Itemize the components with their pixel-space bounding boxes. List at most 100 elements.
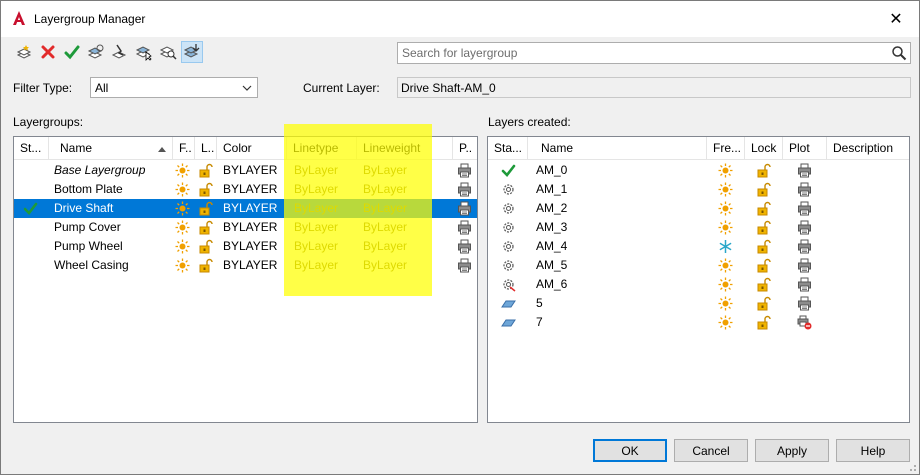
printer-icon[interactable] (797, 218, 813, 237)
layergroup-lineweight[interactable]: ByLayer (363, 180, 407, 199)
layergroup-color[interactable]: BYLAYER (223, 237, 277, 256)
layergroup-linetype[interactable]: ByLayer (294, 237, 338, 256)
layergroup-linetype[interactable]: ByLayer (294, 180, 338, 199)
layergroup-color[interactable]: BYLAYER (223, 256, 277, 275)
layergroup-row[interactable]: Drive Shaft BYLAYER ByLayer ByLayer (14, 199, 477, 218)
filter-type-dropdown[interactable]: All (90, 77, 258, 98)
delete-button[interactable] (37, 41, 59, 63)
lock-icon[interactable] (756, 313, 772, 332)
layer-row[interactable]: AM_1 (488, 180, 909, 199)
sun-icon[interactable] (718, 218, 734, 237)
layergroup-row[interactable]: Pump Wheel BYLAYER ByLayer ByLayer (14, 237, 477, 256)
lock-icon[interactable] (756, 237, 772, 256)
lock-icon[interactable] (198, 237, 214, 256)
lock-icon[interactable] (198, 256, 214, 275)
help-button[interactable]: Help (836, 439, 910, 462)
new-layergroup-button[interactable] (13, 41, 35, 63)
layergroup-linetype[interactable]: ByLayer (294, 256, 338, 275)
printer-icon[interactable] (457, 161, 473, 180)
set-current-button[interactable] (61, 41, 83, 63)
printer-icon[interactable] (797, 294, 813, 313)
lock-icon[interactable] (756, 275, 772, 294)
sun-icon[interactable] (175, 237, 191, 256)
layergroup-row[interactable]: Pump Cover BYLAYER ByLayer ByLayer (14, 218, 477, 237)
col-plot[interactable]: P.. (453, 137, 478, 160)
layergroup-row[interactable]: Base Layergroup BYLAYER ByLayer ByLayer (14, 161, 477, 180)
sun-icon[interactable] (175, 218, 191, 237)
lock-icon[interactable] (198, 218, 214, 237)
layer-states-button[interactable] (85, 41, 107, 63)
sun-icon[interactable] (718, 275, 734, 294)
col-linetype[interactable]: Linetype (287, 137, 357, 160)
sun-icon[interactable] (718, 313, 734, 332)
sun-icon[interactable] (718, 161, 734, 180)
lock-icon[interactable] (756, 218, 772, 237)
col-color[interactable]: Color (217, 137, 287, 160)
close-button[interactable]: ✕ (873, 1, 919, 37)
sun-icon[interactable] (175, 199, 191, 218)
printer-icon[interactable] (797, 161, 813, 180)
layergroup-color[interactable]: BYLAYER (223, 161, 277, 180)
layergroup-linetype[interactable]: ByLayer (294, 161, 338, 180)
filter-button[interactable] (109, 41, 131, 63)
layergroup-color[interactable]: BYLAYER (223, 218, 277, 237)
sun-icon[interactable] (175, 256, 191, 275)
layergroup-row[interactable]: Bottom Plate BYLAYER ByLayer ByLayer (14, 180, 477, 199)
layer-row[interactable]: AM_4 (488, 237, 909, 256)
sun-icon[interactable] (175, 161, 191, 180)
layer-row[interactable]: AM_3 (488, 218, 909, 237)
search-icon[interactable] (891, 45, 907, 61)
col-layer-status[interactable]: Sta... (488, 137, 528, 160)
col-freeze[interactable]: F.. (173, 137, 195, 160)
settings-button[interactable] (181, 41, 203, 63)
lock-icon[interactable] (198, 161, 214, 180)
col-name[interactable]: Name (49, 137, 173, 160)
layergroup-row[interactable]: Wheel Casing BYLAYER ByLayer ByLayer (14, 256, 477, 275)
printer-icon[interactable] (797, 256, 813, 275)
layer-row[interactable]: 7 (488, 313, 909, 332)
lock-icon[interactable] (198, 199, 214, 218)
printer-icon[interactable] (457, 180, 473, 199)
layer-row[interactable]: 5 (488, 294, 909, 313)
col-layer-lock[interactable]: Lock (745, 137, 783, 160)
sun-icon[interactable] (718, 199, 734, 218)
layergroup-lineweight[interactable]: ByLayer (363, 218, 407, 237)
printer-icon[interactable] (457, 199, 473, 218)
printer-icon[interactable] (457, 218, 473, 237)
col-layer-freeze[interactable]: Fre... (707, 137, 745, 160)
cancel-button[interactable]: Cancel (674, 439, 748, 462)
lock-icon[interactable] (756, 180, 772, 199)
apply-button[interactable]: Apply (755, 439, 829, 462)
col-layer-name[interactable]: Name (528, 137, 707, 160)
lock-icon[interactable] (756, 294, 772, 313)
ok-button[interactable]: OK (593, 439, 667, 462)
layergroup-color[interactable]: BYLAYER (223, 199, 277, 218)
layergroup-color[interactable]: BYLAYER (223, 180, 277, 199)
sun-icon[interactable] (718, 180, 734, 199)
printer-icon[interactable] (797, 199, 813, 218)
lock-icon[interactable] (756, 256, 772, 275)
search-input[interactable] (398, 43, 878, 63)
layergroup-lineweight[interactable]: ByLayer (363, 237, 407, 256)
layer-row[interactable]: AM_0 (488, 161, 909, 180)
col-lock[interactable]: L.. (195, 137, 217, 160)
sun-icon[interactable] (718, 256, 734, 275)
layergroup-lineweight[interactable]: ByLayer (363, 199, 407, 218)
layergroup-linetype[interactable]: ByLayer (294, 218, 338, 237)
printer-icon[interactable] (457, 237, 473, 256)
layergroup-lineweight[interactable]: ByLayer (363, 161, 407, 180)
layergroup-linetype[interactable]: ByLayer (294, 199, 338, 218)
layer-row[interactable]: AM_5 (488, 256, 909, 275)
no-plot-icon[interactable] (797, 313, 813, 332)
printer-icon[interactable] (797, 237, 813, 256)
lock-icon[interactable] (198, 180, 214, 199)
col-layer-plot[interactable]: Plot (783, 137, 827, 160)
lock-icon[interactable] (756, 199, 772, 218)
printer-icon[interactable] (797, 180, 813, 199)
sun-icon[interactable] (718, 294, 734, 313)
layer-row[interactable]: AM_2 (488, 199, 909, 218)
zoom-button[interactable] (157, 41, 179, 63)
select-button[interactable] (133, 41, 155, 63)
printer-icon[interactable] (797, 275, 813, 294)
layergroup-lineweight[interactable]: ByLayer (363, 256, 407, 275)
